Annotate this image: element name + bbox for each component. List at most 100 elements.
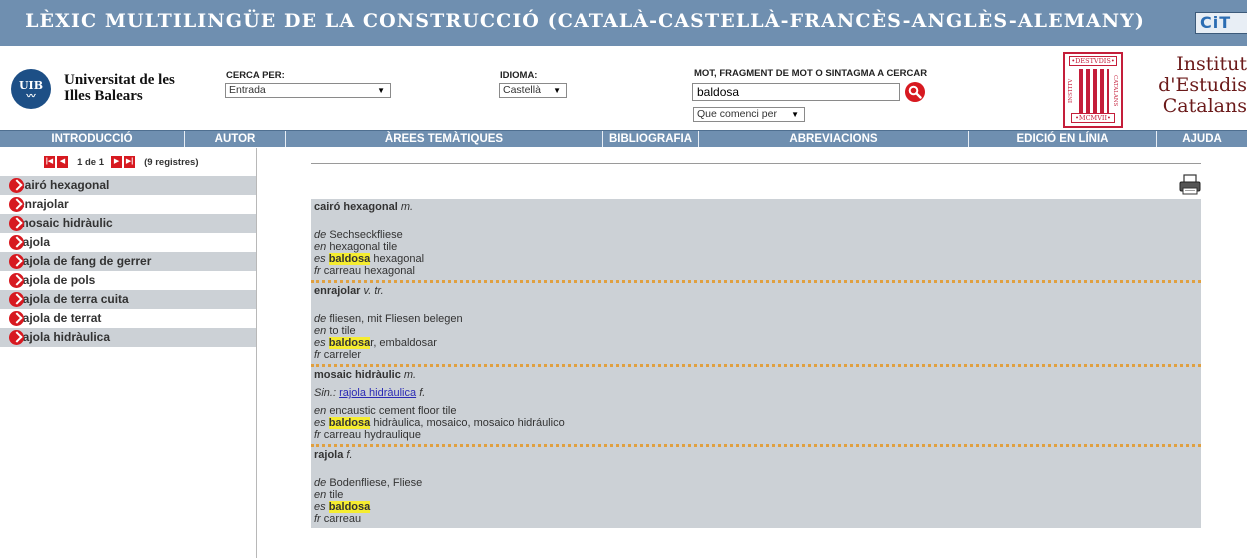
entry-fr: fr carreau hydraulique [314, 429, 422, 441]
search-highlight: baldosa [328, 501, 371, 513]
uib-logo-text: UIB [18, 79, 44, 92]
nav-item-edicio-en-linia[interactable]: EDICIÓ EN LÍNIA [969, 131, 1157, 147]
iec-seal-left: INSTITV [1068, 78, 1074, 104]
entry-card: enrajolar v. tr. de fliesen, mit Fliesen… [311, 283, 1201, 367]
match-mode-select[interactable]: Que comenci per ▼ [693, 107, 805, 122]
last-page-icon[interactable]: ▶| [124, 156, 136, 169]
search-icon [908, 85, 922, 99]
iec-seal-logo[interactable]: •DESTVDIS• INSTITV CATALANS •MCMVII• [1063, 52, 1123, 128]
result-arrow-icon [9, 311, 24, 326]
idioma-label: IDIOMA: [500, 70, 538, 81]
entry-head: mosaic hidràulic m. [314, 369, 1198, 381]
nav-item-ajuda[interactable]: AJUDA [1157, 131, 1247, 147]
uib-name-line1: Universitat de les [64, 72, 175, 88]
result-list: cairó hexagonal enrajolar mosaic hidràul… [0, 176, 256, 347]
top-banner: LÈXIC MULTILINGÜE DE LA CONSTRUCCIÓ (CAT… [0, 0, 1247, 46]
entry-card: mosaic hidràulic m. Sin.: rajola hidràul… [311, 367, 1201, 447]
iec-name-line3: Catalans [1162, 95, 1247, 117]
pager: |◀ ◀ 1 de 1 ▶ ▶| (9 registres) [44, 156, 203, 170]
search-highlight: baldosa [328, 337, 371, 349]
result-arrow-icon [9, 216, 24, 231]
match-mode-value: Que comenci per [697, 108, 777, 120]
result-arrow-icon [9, 273, 24, 288]
entry-head: enrajolar v. tr. [314, 285, 1198, 297]
result-item[interactable]: rajola de terra cuita [0, 290, 256, 309]
results-pane: |◀ ◀ 1 de 1 ▶ ▶| (9 registres) cairó hexag… [0, 148, 257, 558]
cerca-per-select[interactable]: Entrada ▼ [225, 83, 391, 98]
entry-head: cairó hexagonal m. [314, 201, 1198, 213]
page-indicator: 1 de 1 [77, 156, 104, 168]
entry-es: es baldosar, embaldosar [314, 337, 437, 349]
uib-name-line2: Illes Balears [64, 88, 143, 104]
entry-en: en to tile [314, 325, 356, 337]
result-arrow-icon [9, 235, 24, 250]
entry-card: rajola f. de Bodenfliese, Fliese en tile… [311, 447, 1201, 528]
site-title: LÈXIC MULTILINGÜE DE LA CONSTRUCCIÓ (CAT… [25, 10, 1145, 32]
idioma-select[interactable]: Castellà ▼ [499, 83, 567, 98]
nav-item-bibliografia[interactable]: BIBLIOGRAFIA [603, 131, 699, 147]
first-page-icon[interactable]: |◀ [44, 156, 55, 169]
uib-logo-icon[interactable]: UIB 〰 [11, 69, 51, 109]
nav-item-abreviacions[interactable]: ABREVIACIONS [699, 131, 969, 147]
search-input[interactable]: baldosa [692, 83, 900, 101]
cerca-per-value: Entrada [229, 84, 266, 96]
result-item[interactable]: rajola de fang de gerrer [0, 252, 256, 271]
result-item[interactable]: rajola de pols [0, 271, 256, 290]
iec-name[interactable]: Institut d'Estudis Catalans [1130, 54, 1247, 117]
entry-gram: m. [403, 369, 417, 381]
result-item[interactable]: rajola de terrat [0, 309, 256, 328]
entry-term: rajola [314, 449, 344, 461]
entry-fr: fr carreau hexagonal [314, 265, 415, 277]
entry-card: cairó hexagonal m. de Sechseckfliese en … [311, 199, 1201, 283]
entry-gram: m. [400, 201, 414, 213]
entries-list: cairó hexagonal m. de Sechseckfliese en … [311, 199, 1201, 528]
result-item[interactable]: mosaic hidràulic [0, 214, 256, 233]
entry-de: de fliesen, mit Fliesen belegen [314, 313, 463, 325]
result-arrow-icon [9, 197, 24, 212]
synonym-link[interactable]: rajola hidràulica [339, 387, 416, 399]
iec-seal-bars-icon [1079, 69, 1109, 113]
entry-en: en tile [314, 489, 344, 501]
result-item[interactable]: cairó hexagonal [0, 176, 256, 195]
entry-en: en encaustic cement floor tile [314, 405, 457, 417]
result-item[interactable]: rajola [0, 233, 256, 252]
entry-gram: v. tr. [363, 285, 384, 297]
entry-gram: f. [346, 449, 353, 461]
result-arrow-icon [9, 330, 24, 345]
entry-synonym: Sin.: rajola hidràulica f. [314, 387, 426, 399]
nav-item-autor[interactable]: AUTOR [185, 131, 286, 147]
main-nav: INTRODUCCIÓ AUTOR ÀREES TEMÀTIQUES BIBLI… [0, 130, 1247, 147]
entry-es: es baldosa hidràulica, mosaico, mosaico … [314, 417, 565, 429]
mot-label: MOT, FRAGMENT DE MOT O SINTAGMA A CERCAR [694, 68, 928, 79]
entry-en: en hexagonal tile [314, 241, 398, 253]
iec-seal-bottom: •MCMVII• [1071, 113, 1115, 123]
result-item[interactable]: rajola hidràulica [0, 328, 256, 347]
entry-de: de Sechseckfliese [314, 229, 403, 241]
iec-name-line2: d'Estudis [1158, 74, 1247, 96]
result-item[interactable]: enrajolar [0, 195, 256, 214]
search-button[interactable] [905, 82, 925, 102]
uib-wave-icon: 〰 [26, 92, 36, 102]
entry-term: enrajolar [314, 285, 361, 297]
print-icon[interactable] [1179, 174, 1201, 195]
result-arrow-icon [9, 292, 24, 307]
entry-fr: fr carreau [314, 513, 362, 525]
cerca-per-label: CERCA PER: [226, 70, 285, 81]
nav-item-introduccio[interactable]: INTRODUCCIÓ [0, 131, 185, 147]
entry-head: rajola f. [314, 449, 1198, 461]
iec-name-line1: Institut [1176, 53, 1247, 75]
nav-item-arees-tematiques[interactable]: ÀREES TEMÀTIQUES [286, 131, 603, 147]
uib-name[interactable]: Universitat de les Illes Balears [64, 72, 175, 104]
entry-es: es baldosa [314, 501, 371, 513]
iec-seal-right: CATALANS [1112, 75, 1118, 107]
entry-es: es baldosa hexagonal [314, 253, 425, 265]
entry-fr: fr carreler [314, 349, 362, 361]
cit-logo[interactable]: CiT [1195, 12, 1247, 34]
search-highlight: baldosa [328, 253, 371, 265]
prev-page-icon[interactable]: ◀ [57, 156, 68, 169]
content-divider [311, 163, 1201, 164]
iec-seal-top: •DESTVDIS• [1069, 56, 1117, 66]
next-page-icon[interactable]: ▶ [111, 156, 123, 169]
result-arrow-icon [9, 254, 24, 269]
entry-term: mosaic hidràulic [314, 369, 401, 381]
